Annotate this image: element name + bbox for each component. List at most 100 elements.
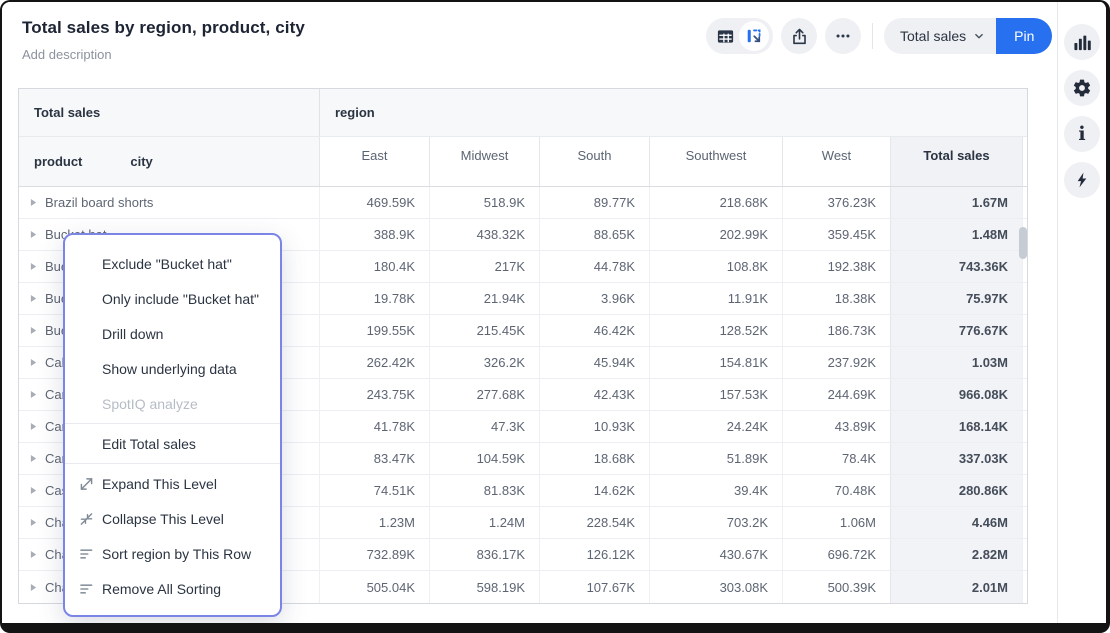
expand-triangle-icon[interactable] [30, 326, 37, 335]
value-cell[interactable]: 43.89K [782, 411, 890, 442]
total-value-cell[interactable]: 776.67K [890, 315, 1022, 346]
total-value-cell[interactable]: 966.08K [890, 379, 1022, 410]
row-dimension-headers[interactable]: product city [19, 137, 319, 186]
measure-dropdown[interactable]: Total sales [884, 18, 996, 54]
row-label-cell[interactable]: Brazil board shorts [19, 187, 319, 218]
vertical-scrollbar-thumb[interactable] [1019, 227, 1027, 259]
value-cell[interactable]: 46.42K [539, 315, 649, 346]
value-cell[interactable]: 388.9K [319, 219, 429, 250]
menu-item[interactable]: Expand This Level [65, 466, 280, 501]
value-cell[interactable]: 88.65K [539, 219, 649, 250]
chart-config-button[interactable] [1064, 24, 1100, 60]
value-cell[interactable]: 14.62K [539, 475, 649, 506]
expand-triangle-icon[interactable] [30, 358, 37, 367]
value-cell[interactable]: 89.77K [539, 187, 649, 218]
value-cell[interactable]: 47.3K [429, 411, 539, 442]
value-cell[interactable]: 180.4K [319, 251, 429, 282]
value-cell[interactable]: 237.92K [782, 347, 890, 378]
value-cell[interactable]: 18.38K [782, 283, 890, 314]
value-cell[interactable]: 108.8K [649, 251, 782, 282]
value-cell[interactable]: 202.99K [649, 219, 782, 250]
edit-layout-button[interactable] [739, 21, 769, 51]
value-cell[interactable]: 215.45K [429, 315, 539, 346]
value-cell[interactable]: 186.73K [782, 315, 890, 346]
value-cell[interactable]: 505.04K [319, 571, 429, 603]
expand-triangle-icon[interactable] [30, 486, 37, 495]
value-cell[interactable]: 430.67K [649, 539, 782, 570]
region-column-header[interactable]: Southwest [649, 137, 782, 186]
value-cell[interactable]: 74.51K [319, 475, 429, 506]
region-column-header[interactable]: Midwest [429, 137, 539, 186]
expand-triangle-icon[interactable] [30, 583, 37, 592]
value-cell[interactable]: 11.91K [649, 283, 782, 314]
expand-triangle-icon[interactable] [30, 550, 37, 559]
value-cell[interactable]: 154.81K [649, 347, 782, 378]
menu-item[interactable]: Collapse This Level [65, 501, 280, 536]
total-value-cell[interactable]: 75.97K [890, 283, 1022, 314]
expand-triangle-icon[interactable] [30, 422, 37, 431]
menu-item[interactable]: Only include "Bucket hat" [65, 281, 280, 316]
value-cell[interactable]: 598.19K [429, 571, 539, 603]
menu-item[interactable]: Drill down [65, 316, 280, 351]
value-cell[interactable]: 218.68K [649, 187, 782, 218]
value-cell[interactable]: 1.24M [429, 507, 539, 538]
value-cell[interactable]: 39.4K [649, 475, 782, 506]
value-cell[interactable]: 696.72K [782, 539, 890, 570]
value-cell[interactable]: 244.69K [782, 379, 890, 410]
value-cell[interactable]: 1.23M [319, 507, 429, 538]
value-cell[interactable]: 45.94K [539, 347, 649, 378]
value-cell[interactable]: 3.96K [539, 283, 649, 314]
value-cell[interactable]: 243.75K [319, 379, 429, 410]
value-cell[interactable]: 78.4K [782, 443, 890, 474]
value-cell[interactable]: 19.78K [319, 283, 429, 314]
total-value-cell[interactable]: 1.48M [890, 219, 1022, 250]
value-cell[interactable]: 303.08K [649, 571, 782, 603]
value-cell[interactable]: 21.94K [429, 283, 539, 314]
expand-triangle-icon[interactable] [30, 198, 37, 207]
menu-item[interactable]: Show underlying data [65, 351, 280, 386]
menu-item[interactable]: Remove All Sorting [65, 571, 280, 606]
total-value-cell[interactable]: 2.01M [890, 571, 1022, 603]
share-button[interactable] [781, 18, 817, 54]
value-cell[interactable]: 192.38K [782, 251, 890, 282]
value-cell[interactable]: 128.52K [649, 315, 782, 346]
value-cell[interactable]: 438.32K [429, 219, 539, 250]
info-button[interactable]: i [1064, 116, 1100, 152]
value-cell[interactable]: 518.9K [429, 187, 539, 218]
region-column-header[interactable]: West [782, 137, 890, 186]
value-cell[interactable]: 277.68K [429, 379, 539, 410]
expand-triangle-icon[interactable] [30, 294, 37, 303]
more-options-button[interactable] [825, 18, 861, 54]
menu-item[interactable]: Edit Total sales [65, 426, 280, 461]
value-cell[interactable]: 41.78K [319, 411, 429, 442]
menu-item[interactable]: Exclude "Bucket hat" [65, 246, 280, 281]
value-cell[interactable]: 359.45K [782, 219, 890, 250]
value-cell[interactable]: 469.59K [319, 187, 429, 218]
value-cell[interactable]: 51.89K [649, 443, 782, 474]
value-cell[interactable]: 262.42K [319, 347, 429, 378]
total-value-cell[interactable]: 4.46M [890, 507, 1022, 538]
menu-item[interactable]: Sort region by This Row [65, 536, 280, 571]
value-cell[interactable]: 217K [429, 251, 539, 282]
value-cell[interactable]: 126.12K [539, 539, 649, 570]
value-cell[interactable]: 42.43K [539, 379, 649, 410]
value-cell[interactable]: 376.23K [782, 187, 890, 218]
value-cell[interactable]: 24.24K [649, 411, 782, 442]
value-cell[interactable]: 83.47K [319, 443, 429, 474]
expand-triangle-icon[interactable] [30, 454, 37, 463]
value-cell[interactable]: 107.67K [539, 571, 649, 603]
value-cell[interactable]: 18.68K [539, 443, 649, 474]
total-value-cell[interactable]: 1.03M [890, 347, 1022, 378]
value-cell[interactable]: 703.2K [649, 507, 782, 538]
value-cell[interactable]: 44.78K [539, 251, 649, 282]
value-cell[interactable]: 326.2K [429, 347, 539, 378]
pin-button[interactable]: Pin [996, 18, 1052, 54]
row-dimension-product[interactable]: product [34, 154, 82, 169]
total-value-cell[interactable]: 337.03K [890, 443, 1022, 474]
value-cell[interactable]: 81.83K [429, 475, 539, 506]
expand-triangle-icon[interactable] [30, 230, 37, 239]
total-value-cell[interactable]: 168.14K [890, 411, 1022, 442]
value-cell[interactable]: 104.59K [429, 443, 539, 474]
value-cell[interactable]: 500.39K [782, 571, 890, 603]
value-cell[interactable]: 1.06M [782, 507, 890, 538]
